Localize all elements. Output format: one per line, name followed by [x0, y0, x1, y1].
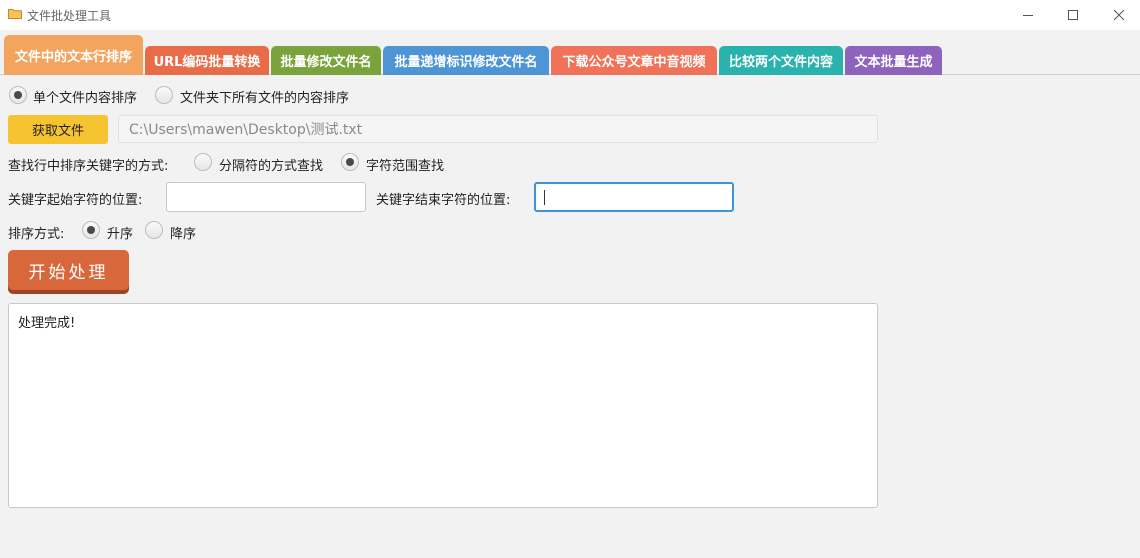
minimize-icon	[1023, 15, 1033, 16]
window-title: 文件批处理工具	[27, 9, 112, 23]
tab-label: 比较两个文件内容	[728, 55, 833, 70]
end-position-label: 关键字结束字符的位置:	[376, 193, 511, 208]
tab-batch-rename[interactable]: 批量修改文件名	[271, 46, 381, 75]
tab-bar: 文件中的文本行排序 URL编码批量转换 批量修改文件名 批量递增标识修改文件名 …	[0, 30, 1140, 75]
file-path-field[interactable]: C:\Users\mawen\Desktop\测试.txt	[118, 115, 878, 143]
char-range-radio[interactable]	[341, 153, 359, 171]
start-process-label: 开始处理	[28, 262, 109, 283]
separator-radio[interactable]	[194, 153, 212, 171]
tab-increment-rename[interactable]: 批量递增标识修改文件名	[383, 46, 549, 75]
start-position-label: 关键字起始字符的位置:	[8, 193, 143, 208]
get-file-button[interactable]: 获取文件	[8, 115, 108, 144]
folder-icon	[8, 9, 22, 19]
char-range-label: 字符范围查找	[366, 159, 445, 174]
tab-label: URL编码批量转换	[153, 55, 261, 70]
output-textarea[interactable]: 处理完成!	[8, 303, 878, 508]
maximize-icon	[1068, 10, 1078, 20]
ascending-label: 升序	[107, 227, 134, 242]
tab-text-line-sort[interactable]: 文件中的文本行排序	[4, 35, 143, 75]
single-file-label: 单个文件内容排序	[33, 91, 138, 106]
file-path-value: C:\Users\mawen\Desktop\测试.txt	[129, 122, 363, 138]
title-bar: 文件批处理工具	[0, 0, 1140, 30]
output-text: 处理完成!	[18, 316, 76, 331]
start-process-button[interactable]: 开始处理	[8, 250, 129, 290]
start-position-input[interactable]	[166, 182, 366, 212]
minimize-button[interactable]	[1005, 0, 1051, 30]
tab-compare-files[interactable]: 比较两个文件内容	[719, 46, 843, 75]
folder-label: 文件夹下所有文件的内容排序	[180, 91, 350, 106]
ascending-radio[interactable]	[82, 221, 100, 239]
tab-label: 文件中的文本行排序	[14, 49, 132, 65]
tab-label: 批量递增标识修改文件名	[394, 55, 538, 70]
tab-label: 下载公众号文章中音视频	[562, 55, 706, 70]
tab-text-generate[interactable]: 文本批量生成	[845, 46, 942, 75]
descending-label: 降序	[170, 227, 197, 242]
sort-label: 排序方式:	[8, 227, 65, 242]
keyword-find-label: 查找行中排序关键字的方式:	[8, 159, 169, 174]
close-icon	[1113, 9, 1125, 21]
text-caret	[544, 190, 545, 205]
tab-download-media[interactable]: 下载公众号文章中音视频	[551, 46, 717, 75]
folder-radio[interactable]	[155, 86, 173, 104]
maximize-button[interactable]	[1050, 0, 1096, 30]
single-file-radio[interactable]	[9, 86, 27, 104]
separator-label: 分隔符的方式查找	[219, 159, 324, 174]
get-file-label: 获取文件	[31, 124, 84, 139]
tab-label: 文本批量生成	[854, 55, 933, 70]
close-button[interactable]	[1096, 0, 1140, 30]
tab-label: 批量修改文件名	[280, 55, 372, 70]
end-position-input[interactable]	[534, 182, 734, 212]
descending-radio[interactable]	[145, 221, 163, 239]
tab-url-encode[interactable]: URL编码批量转换	[145, 46, 269, 75]
